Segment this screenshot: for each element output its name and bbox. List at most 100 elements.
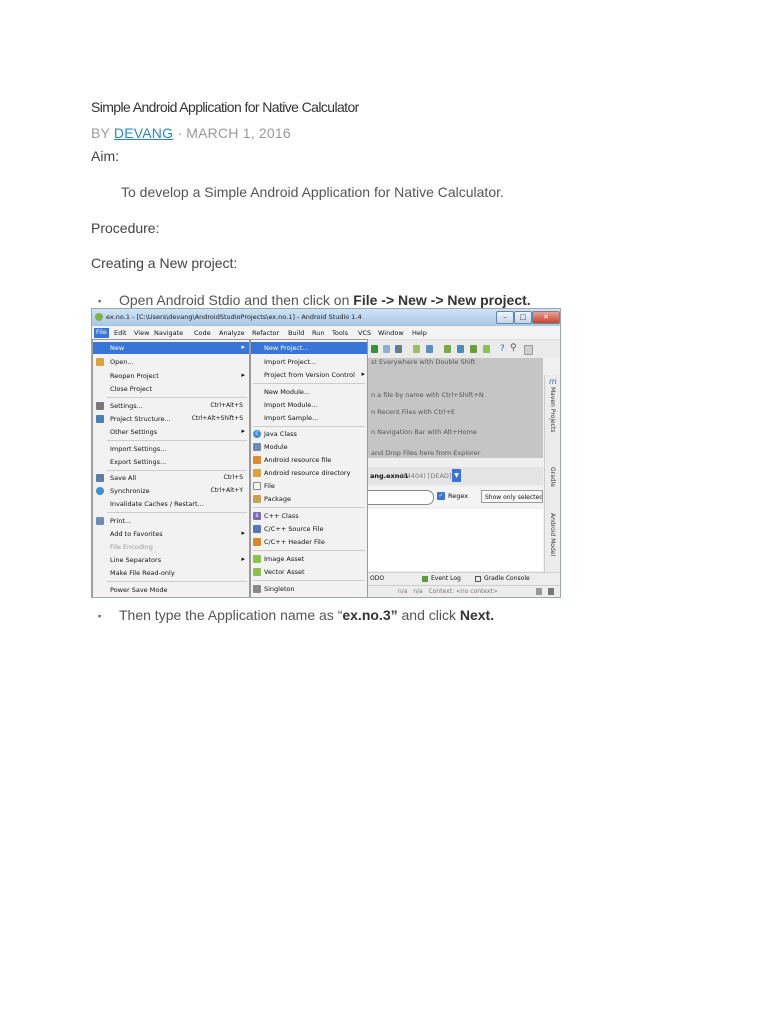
new-menu-item-import-module[interactable]: Import Module... — [251, 399, 367, 411]
run-icon[interactable] — [371, 345, 378, 353]
dropdown-icon[interactable]: ▼ — [452, 469, 461, 482]
file-menu-item-file-encoding[interactable]: File Encoding — [93, 541, 249, 553]
sync-icon — [96, 487, 104, 495]
gradle-console-tab[interactable]: Gradle Console — [484, 575, 530, 582]
file-menu-item-close-project[interactable]: Close Project — [93, 383, 249, 395]
aim-heading: Aim: — [91, 148, 119, 164]
todo-tab[interactable]: ODO — [370, 575, 384, 582]
file-menu-item-invalidate-caches[interactable]: Invalidate Caches / Restart... — [93, 498, 249, 510]
sync-icon[interactable] — [444, 345, 451, 353]
header-file-icon — [253, 538, 261, 546]
new-menu-item-android-resource-file[interactable]: Android resource file — [251, 454, 367, 466]
byline-separator: · — [177, 125, 183, 141]
file-menu-item-add-to-favorites[interactable]: Add to Favorites ▸ — [93, 528, 249, 540]
bullet-icon: ▪ — [98, 611, 102, 621]
run-target-status: (14404) [DEAD] — [400, 472, 452, 480]
menu-view[interactable]: View — [134, 329, 149, 337]
file-menu-item-project-structure[interactable]: Project Structure... Ctrl+Alt+Shift+S — [93, 413, 249, 425]
help-icon[interactable]: ? — [500, 344, 505, 354]
event-log-icon — [422, 576, 428, 582]
window-titlebar: ex.no.1 - [C:\Users\devang\AndroidStudio… — [92, 309, 560, 326]
file-menu-item-import-settings[interactable]: Import Settings... — [93, 443, 249, 455]
new-menu-item-singleton[interactable]: Singleton — [251, 583, 367, 595]
save-icon — [96, 474, 104, 482]
new-menu-item-c-source-file[interactable]: C/C++ Source File — [251, 523, 367, 535]
file-menu-item-save-all[interactable]: Save All Ctrl+S — [93, 472, 249, 484]
new-menu-item-module[interactable]: Module — [251, 441, 367, 453]
document-page: Simple Android Application for Native Ca… — [0, 0, 768, 1024]
author-link[interactable]: DEVANG — [114, 125, 173, 141]
close-button[interactable]: ✕ — [532, 311, 560, 324]
status-context: n/a n/a Context: <no context> — [398, 588, 498, 595]
attach-icon[interactable] — [395, 345, 402, 353]
structure-icon[interactable] — [413, 345, 420, 353]
menu-window[interactable]: Window — [378, 329, 404, 337]
layout-icon[interactable] — [426, 345, 433, 353]
new-menu-item-file[interactable]: File — [251, 480, 367, 492]
new-menu-item-java-class[interactable]: c Java Class — [251, 428, 367, 440]
file-menu-item-line-separators[interactable]: Line Separators ▸ — [93, 554, 249, 566]
new-menu-item-project-from-vcs[interactable]: Project from Version Control ▸ — [251, 369, 367, 381]
sdk-manager-icon[interactable] — [470, 345, 477, 353]
debug-icon[interactable] — [383, 345, 390, 353]
file-menu-item-reopen-project[interactable]: Reopen Project ▸ — [93, 370, 249, 382]
regex-checkbox[interactable]: ✓ — [437, 492, 445, 500]
menu-separator — [107, 397, 247, 398]
lock-icon[interactable] — [536, 588, 542, 595]
tool-window-bar: ODO Event Log Gradle Console — [368, 572, 560, 585]
submenu-arrow-icon: ▸ — [241, 529, 245, 537]
maven-projects-tab[interactable]: Maven Projects — [549, 387, 556, 432]
android-icon — [253, 568, 261, 576]
file-menu-item-settings[interactable]: Settings... Ctrl+Alt+S — [93, 400, 249, 412]
menu-vcs[interactable]: VCS — [358, 329, 371, 337]
new-menu-item-c-header-file[interactable]: C/C++ Header File — [251, 536, 367, 548]
avd-manager-icon[interactable] — [457, 345, 464, 353]
menu-analyze[interactable]: Analyze — [219, 329, 245, 337]
event-log-tab[interactable]: Event Log — [431, 575, 461, 582]
file-menu-item-make-read-only[interactable]: Make File Read-only — [93, 567, 249, 579]
search-icon[interactable]: ⚲ — [510, 343, 517, 353]
menu-file[interactable]: File — [94, 328, 109, 338]
android-studio-icon — [95, 313, 103, 321]
file-menu-item-power-save-mode[interactable]: Power Save Mode — [93, 584, 249, 596]
android-monitor-icon[interactable] — [483, 345, 490, 353]
android-model-tab[interactable]: Android Model — [549, 513, 556, 556]
new-menu-item-new-module[interactable]: New Module... — [251, 386, 367, 398]
presentation-icon[interactable] — [524, 345, 533, 355]
menu-separator — [253, 426, 365, 427]
new-menu-item-cpp-class[interactable]: s C++ Class — [251, 510, 367, 522]
menu-build[interactable]: Build — [288, 329, 304, 337]
new-menu-item-new-project[interactable]: New Project... — [251, 342, 367, 354]
file-menu-item-synchronize[interactable]: Synchronize Ctrl+Alt+Y — [93, 485, 249, 497]
menu-tools[interactable]: Tools — [332, 329, 348, 337]
logcat-search-input[interactable] — [368, 490, 434, 505]
file-menu-item-export-settings[interactable]: Export Settings... — [93, 456, 249, 468]
new-menu-item-package[interactable]: Package — [251, 493, 367, 505]
menu-help[interactable]: Help — [412, 329, 427, 337]
menu-refactor[interactable]: Refactor — [252, 329, 279, 337]
source-file-icon — [253, 525, 261, 533]
menu-separator — [253, 550, 365, 551]
new-menu-item-import-sample[interactable]: Import Sample... — [251, 412, 367, 424]
menu-code[interactable]: Code — [194, 329, 211, 337]
show-only-selected-dropdown[interactable]: Show only selected a — [481, 490, 543, 503]
wrench-icon — [96, 402, 104, 410]
menu-run[interactable]: Run — [312, 329, 324, 337]
side-tool-strip: m Maven Projects Gradle Android Model — [544, 375, 560, 575]
menu-separator — [253, 580, 365, 581]
file-menu-item-print[interactable]: Print... — [93, 515, 249, 527]
menu-edit[interactable]: Edit — [114, 329, 127, 337]
gradle-tab[interactable]: Gradle — [549, 467, 556, 487]
trash-icon[interactable] — [548, 588, 554, 595]
new-menu-item-import-project[interactable]: Import Project... — [251, 356, 367, 368]
new-menu-item-android-resource-directory[interactable]: Android resource directory — [251, 467, 367, 479]
new-menu-item-vector-asset[interactable]: Vector Asset — [251, 566, 367, 578]
file-menu-item-open[interactable]: Open... — [93, 356, 249, 368]
maximize-button[interactable]: □ — [514, 311, 532, 324]
menu-navigate[interactable]: Navigate — [154, 329, 183, 337]
file-menu-item-new[interactable]: New ▸ — [93, 342, 249, 354]
maven-icon[interactable]: m — [549, 377, 557, 386]
minimize-button[interactable]: – — [496, 311, 514, 324]
file-menu-item-other-settings[interactable]: Other Settings ▸ — [93, 426, 249, 438]
new-menu-item-image-asset[interactable]: Image Asset — [251, 553, 367, 565]
